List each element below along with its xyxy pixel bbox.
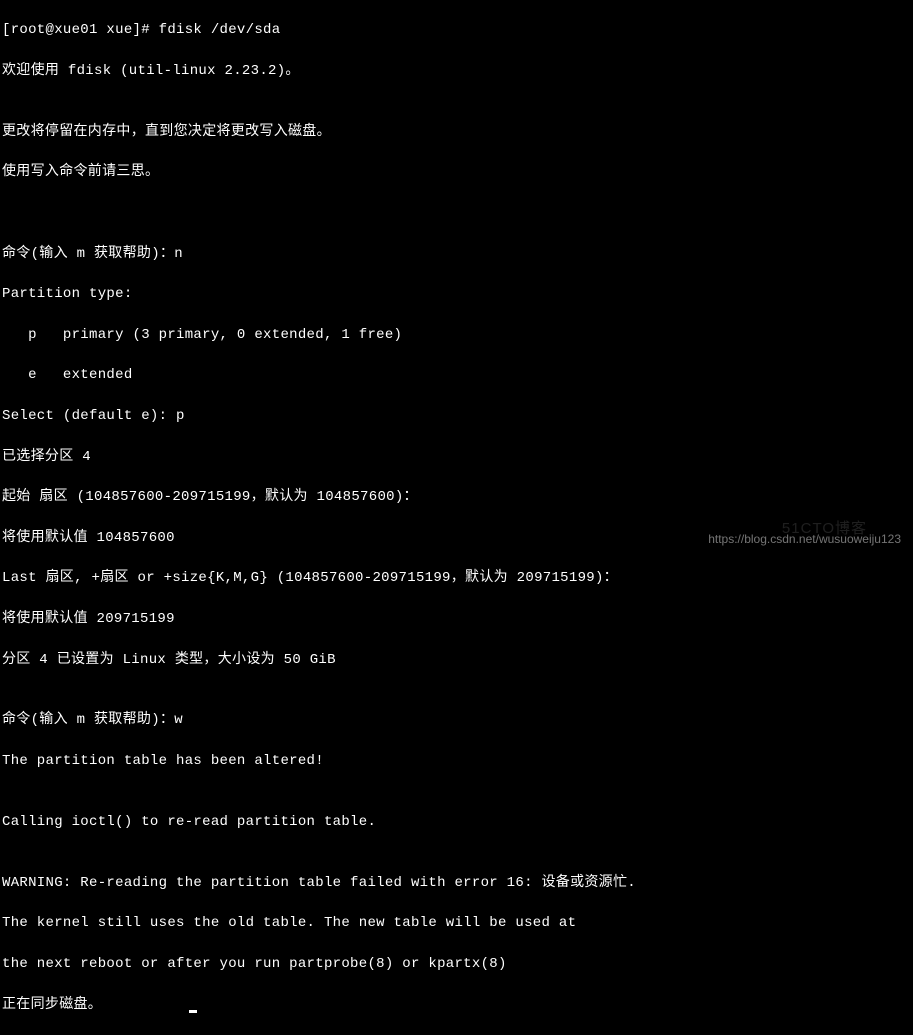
terminal-line: 更改将停留在内存中，直到您决定将更改写入磁盘。 — [2, 122, 911, 142]
terminal-line: p primary (3 primary, 0 extended, 1 free… — [2, 325, 911, 345]
terminal-line: 使用写入命令前请三思。 — [2, 162, 911, 182]
terminal-line: Calling ioctl() to re-read partition tab… — [2, 812, 911, 832]
terminal-line: The kernel still uses the old table. The… — [2, 913, 911, 933]
terminal-line: Select (default e): p — [2, 406, 911, 426]
terminal-line: e extended — [2, 365, 911, 385]
terminal-line: Last 扇区, +扇区 or +size{K,M,G} (104857600-… — [2, 568, 911, 588]
terminal-line: The partition table has been altered! — [2, 751, 911, 771]
cursor-icon — [189, 1010, 197, 1013]
terminal-line: [root@xue01 xue]# fdisk /dev/sda — [2, 20, 911, 40]
terminal-output[interactable]: [root@xue01 xue]# fdisk /dev/sda 欢迎使用 fd… — [0, 0, 913, 1035]
terminal-line: 起始 扇区 (104857600-209715199，默认为 104857600… — [2, 487, 911, 507]
watermark-csdn: https://blog.csdn.net/wusuoweiju123 — [708, 531, 901, 548]
terminal-line: 正在同步磁盘。 — [2, 995, 911, 1015]
terminal-line: WARNING: Re-reading the partition table … — [2, 873, 911, 893]
terminal-line: 欢迎使用 fdisk (util-linux 2.23.2)。 — [2, 61, 911, 81]
terminal-line: 将使用默认值 209715199 — [2, 609, 911, 629]
terminal-line: 命令(输入 m 获取帮助)：w — [2, 710, 911, 730]
terminal-line: 分区 4 已设置为 Linux 类型，大小设为 50 GiB — [2, 650, 911, 670]
terminal-line: Partition type: — [2, 284, 911, 304]
terminal-line: 命令(输入 m 获取帮助)：n — [2, 244, 911, 264]
terminal-line: the next reboot or after you run partpro… — [2, 954, 911, 974]
terminal-line: 已选择分区 4 — [2, 447, 911, 467]
